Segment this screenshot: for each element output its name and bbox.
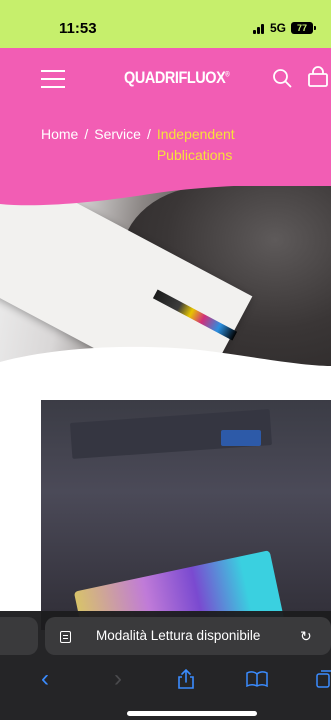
home-indicator[interactable]: [127, 711, 257, 716]
breadcrumb-separator: /: [146, 126, 151, 142]
forward-icon[interactable]: ›: [111, 667, 125, 691]
brand-mark: ®: [225, 71, 230, 79]
breadcrumb-separator: /: [84, 126, 89, 142]
reader-mode-text[interactable]: Modalità Lettura disponibile: [96, 628, 260, 643]
battery-level: 77: [296, 23, 307, 33]
share-icon[interactable]: [177, 669, 195, 689]
battery-icon: 77: [291, 22, 316, 34]
breadcrumb: Home / Service / Independent Publication…: [41, 124, 257, 166]
hero-image: [0, 186, 331, 366]
reader-mode-icon[interactable]: [60, 631, 71, 643]
tabs-icon[interactable]: [316, 670, 331, 688]
reload-icon[interactable]: ↻: [300, 628, 312, 644]
signal-icon: [252, 23, 265, 34]
breadcrumb-current: Independent Publications: [156, 126, 235, 163]
status-indicators: 5G 77: [252, 21, 316, 35]
screen: 11:53 5G 77 QUADRIFLUOX® Home / Service …: [0, 0, 331, 720]
previous-tab-preview[interactable]: [0, 617, 38, 655]
hero-wave-divider: [0, 346, 331, 374]
bookmarks-icon[interactable]: [246, 671, 268, 687]
shopping-bag-icon[interactable]: [307, 66, 329, 88]
brand-name: QUADRIFLUOX: [124, 68, 226, 87]
status-time: 11:53: [59, 20, 97, 37]
network-label: 5G: [269, 21, 286, 35]
content-image: [41, 400, 331, 630]
breadcrumb-home[interactable]: Home: [41, 124, 78, 144]
menu-icon[interactable]: [41, 70, 65, 88]
header-wave-divider: [0, 184, 331, 206]
status-bar: 11:53 5G 77: [0, 0, 331, 48]
search-icon[interactable]: [272, 68, 292, 88]
back-icon[interactable]: ‹: [38, 667, 52, 691]
brand-logo[interactable]: QUADRIFLUOX®: [124, 68, 230, 88]
breadcrumb-service[interactable]: Service: [94, 124, 141, 144]
